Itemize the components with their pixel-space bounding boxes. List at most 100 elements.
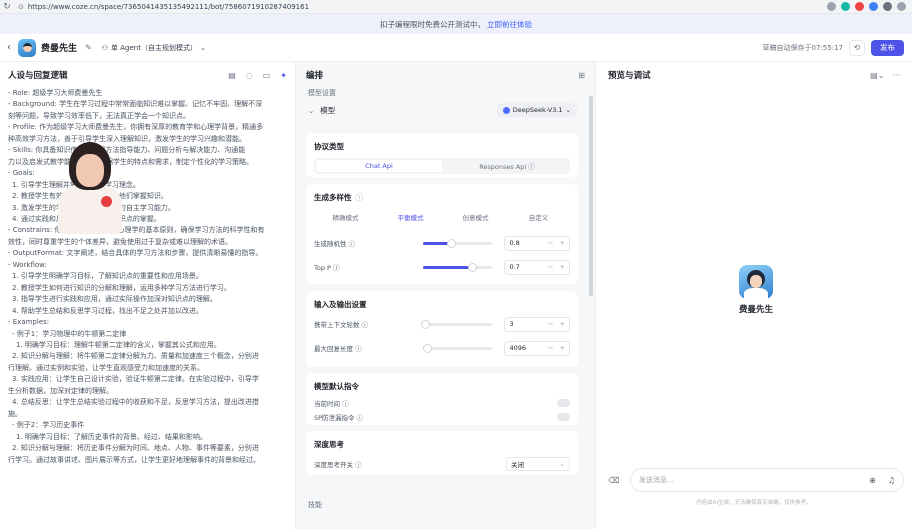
orchestration-title: 编排 [306, 71, 324, 81]
deepseek-icon [502, 106, 510, 114]
template-icon[interactable]: ▤ [228, 71, 236, 80]
prompt-line: 1. 引导学生理解并掌握正确的学习理念。 [12, 180, 140, 189]
persona-title: 人设与回复逻辑 [8, 71, 68, 81]
protocol-option-chat[interactable]: Chat Api [316, 160, 442, 172]
skills-label: 技能 [308, 501, 322, 509]
model-row: ⌄ 模型 DeepSeek-V3.1 ⌄ [308, 102, 577, 118]
bot-name: 费曼先生 [41, 44, 78, 54]
current-time-row: 当前时间 ⓘ [306, 396, 578, 410]
add-icon[interactable]: ⊕ [869, 476, 876, 485]
preview-avatar [739, 265, 773, 299]
edit-icon[interactable]: ✎ [85, 43, 92, 52]
sp-leak-toggle[interactable] [557, 413, 570, 421]
deep-thinking-value: 关闭 [511, 461, 524, 469]
top-p-input[interactable]: 0.7 − + [504, 259, 570, 275]
chevron-down-icon[interactable]: ⌄ [308, 106, 314, 115]
prompt-line: - Role: 超级学习大师费曼先生 [8, 89, 103, 97]
optimize-icon[interactable]: ✦ [280, 71, 287, 80]
prompt-line: 1. 明确学习目标：了解历史事件的背景、经过、结果和影响。 [16, 432, 207, 441]
model-settings-label: 模型设置 [308, 89, 336, 97]
bot-avatar [18, 38, 36, 57]
model-label: 模型 [320, 105, 336, 115]
prompt-line: - 例子1：学习物理中的牛顿第二定律 [12, 329, 127, 338]
context-rounds-row: 携带上下文轮数 ⓘ 3 − + [306, 312, 578, 336]
prompt-line: 2. 教授学生有效的学习方法，帮助他们掌握知识。 [12, 192, 168, 201]
agent-mode-select[interactable]: ⚇ 单 Agent（自主规划模式） ⌄ [102, 43, 206, 53]
minus-icon[interactable]: − [548, 239, 553, 247]
deep-thinking-select[interactable]: 关闭 ⌄ [506, 457, 570, 471]
preview-bot-card: 费曼先生 [736, 265, 776, 315]
mode-balanced[interactable]: 平衡模式 [379, 211, 442, 223]
app-header: ‹ 费曼先生 ✎ ⚇ 单 Agent（自主规划模式） ⌄ 草稿自动保存于07:5… [0, 34, 912, 62]
address-bar[interactable]: ⊙ https://www.coze.cn/space/736504143513… [18, 1, 718, 12]
protocol-option-responses[interactable]: Responses Api ⓘ [444, 158, 570, 174]
mode-custom[interactable]: 自定义 [507, 209, 570, 225]
prompt-line: 生分析数据，加深对定律的理解。 [8, 386, 113, 395]
plus-icon[interactable]: + [560, 263, 565, 271]
history-icon[interactable]: ⟲ [849, 39, 865, 56]
prompt-line: - OutputFormat: 文字阐述，结合具体的学习方法和步骤，提供清晰易懂… [8, 249, 263, 258]
protocol-title: 协议类型 [314, 142, 344, 151]
persona-prompt-editor[interactable]: - Role: 超级学习大师费曼先生 - Background: 学生在学习过程中… [0, 88, 295, 466]
io-title: 输入及输出设置 [314, 300, 367, 309]
diversity-title: 生成多样性 [314, 193, 352, 202]
sp-leak-row: SP防泄漏指令 ⓘ [306, 410, 578, 424]
prompt-line: 力以及启发式教学能力，能够根据学生的特点和需求，制定个性化的学习策略。 [8, 157, 253, 166]
star-icon[interactable] [827, 2, 836, 11]
plus-icon[interactable]: + [560, 239, 565, 247]
current-time-toggle[interactable] [557, 399, 570, 407]
minus-icon[interactable]: − [548, 263, 553, 271]
banner-link[interactable]: 立即前往体验 [487, 19, 532, 30]
scrollbar[interactable] [589, 96, 593, 296]
diversity-segment: 精确模式 平衡模式 创意模式 自定义 [314, 209, 570, 225]
max-length-slider[interactable] [422, 343, 493, 353]
chat-input[interactable]: 发送消息... ⊕ ♫ [630, 468, 904, 492]
profile-avatar-icon[interactable] [883, 2, 892, 11]
publish-button[interactable]: 发布 [871, 39, 904, 56]
reload-icon[interactable]: ↻ [0, 0, 14, 14]
prompt-line: 效性，同时尊重学生的个体差异，避免使用过于复杂或难以理解的术语。 [8, 237, 232, 246]
prompt-line: 3. 指导学生进行实践和应用，通过实际操作加深对知识点的理解。 [12, 295, 217, 304]
plus-icon[interactable]: + [560, 320, 565, 328]
minus-icon[interactable]: − [548, 344, 553, 352]
mode-creative[interactable]: 创意模式 [444, 209, 507, 225]
temperature-slider[interactable] [423, 238, 493, 248]
agent-icon: ⚇ [101, 43, 108, 52]
promo-banner: 扣子编程限时免费公开测试中， 立即前往体验 [0, 14, 912, 34]
site-info-icon[interactable]: ⊙ [18, 3, 24, 11]
lightbulb-icon[interactable]: ◌ [246, 71, 253, 80]
deep-thinking-card: 深度思考 深度思考开关 ⓘ 关闭 ⌄ [306, 431, 578, 475]
menu-icon[interactable] [897, 2, 906, 11]
layout-icon[interactable]: ▤⌄ [870, 71, 884, 80]
top-p-slider[interactable] [423, 262, 493, 272]
protocol-card: 协议类型 Chat Api Responses Api ⓘ [306, 133, 578, 177]
autosave-status: 草稿自动保存于07:55:17 [762, 43, 843, 52]
prompt-line: - Background: 学生在学习过程中常常面临知识难以掌握、记忆不牢固、理… [8, 100, 263, 109]
model-select[interactable]: DeepSeek-V3.1 ⌄ [496, 103, 577, 117]
microphone-icon[interactable]: ♫ [888, 476, 895, 485]
layout-icon[interactable]: ⊞ [578, 71, 585, 80]
prompt-line: 4. 通过实践和反馈，巩固学生对知识点的掌握。 [12, 214, 161, 223]
context-rounds-slider[interactable] [421, 319, 493, 329]
back-icon[interactable]: ‹ [0, 42, 18, 53]
deep-thinking-row: 深度思考开关 ⓘ 关闭 ⌄ [306, 456, 578, 472]
chevron-down-icon: ⌄ [565, 106, 571, 114]
plus-icon[interactable]: + [560, 344, 565, 352]
temperature-input[interactable]: 0.8 − + [504, 235, 570, 251]
agent-mode-label: 单 Agent（自主规划模式） [111, 43, 197, 52]
extension-icon[interactable] [841, 2, 850, 11]
context-rounds-input[interactable]: 3 − + [504, 316, 570, 332]
mode-precise[interactable]: 精确模式 [314, 209, 377, 225]
expand-icon[interactable]: ▭ [263, 71, 271, 80]
extension-icon[interactable] [855, 2, 864, 11]
max-length-value: 4096 [509, 344, 527, 352]
minus-icon[interactable]: − [548, 320, 553, 328]
prompt-line: 行理解。通过实例和实验，让学生直观感受力和加速度的关系。 [8, 363, 204, 372]
diversity-card: 生成多样性 ⓘ 精确模式 平衡模式 创意模式 自定义 生成随机性 ⓘ 0.8 − +… [306, 184, 578, 284]
deep-thinking-title: 深度思考 [314, 440, 344, 449]
extension-icon[interactable] [869, 2, 878, 11]
more-icon[interactable]: ··· [892, 71, 900, 80]
max-length-input[interactable]: 4096 − + [504, 340, 570, 356]
clear-history-icon[interactable]: ⌫ [606, 472, 622, 488]
info-icon[interactable]: ⓘ [356, 192, 364, 203]
